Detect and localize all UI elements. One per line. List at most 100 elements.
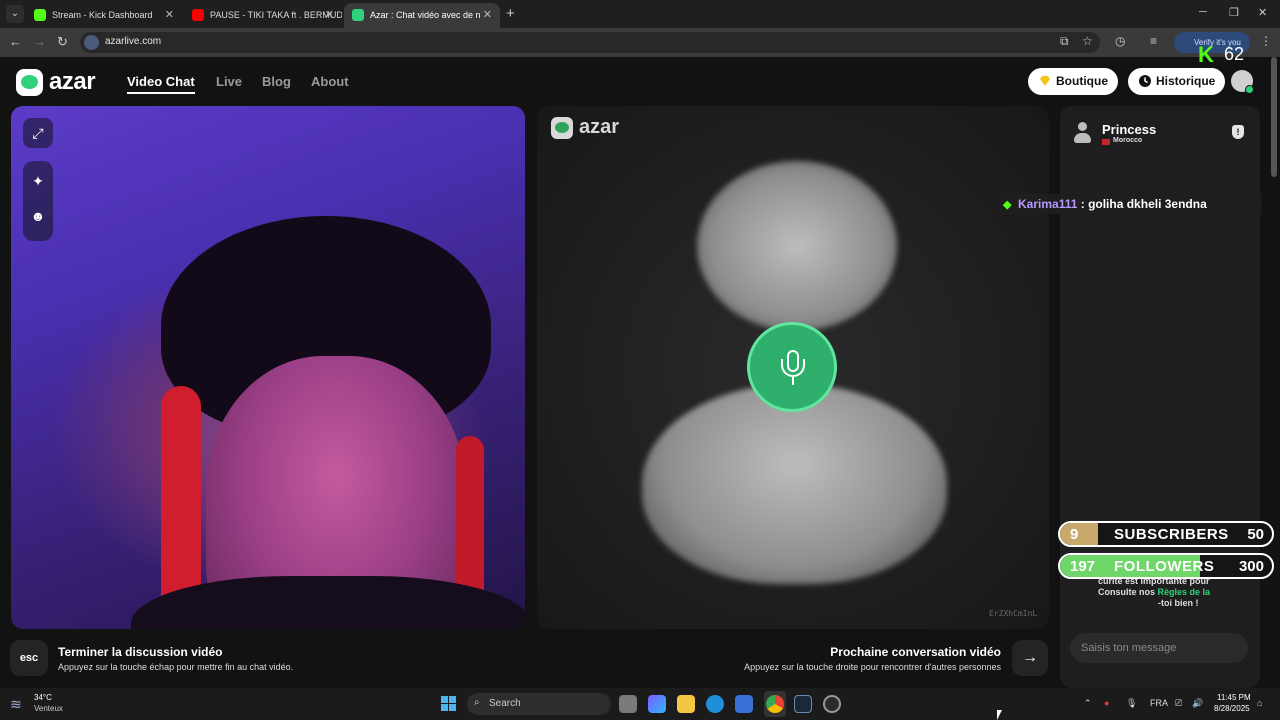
obs-icon[interactable]	[823, 695, 841, 713]
network-icon[interactable]: ⎚	[1175, 698, 1182, 709]
tab-search-button[interactable]: ⌄	[6, 5, 24, 23]
next-chat-hint: Appuyez sur la touche droite pour rencon…	[744, 662, 1001, 672]
placeholder-head	[697, 161, 897, 331]
tab-title: Azar : Chat vidéo avec de n	[370, 10, 481, 20]
copilot-icon[interactable]	[648, 695, 666, 713]
next-arrow-button[interactable]: →	[1012, 640, 1048, 676]
volume-icon[interactable]: 🔊	[1192, 698, 1203, 709]
safety-line: -toi bien !	[1158, 598, 1199, 608]
clock-date[interactable]: 8/28/2025	[1214, 704, 1250, 713]
partner-avatar-icon	[1073, 122, 1091, 144]
new-tab-button[interactable]: +	[506, 5, 515, 22]
browser-tab-strip: ⌄ Stream - Kick Dashboard ✕ PAUSE - TIKI…	[0, 0, 1280, 28]
weather-desc[interactable]: Venteux	[34, 704, 63, 713]
azar-logo-icon	[551, 117, 573, 139]
close-window-icon[interactable]: ✕	[1258, 6, 1267, 19]
taskbar-search[interactable]: ⌕ Search	[467, 693, 611, 715]
file-explorer-icon[interactable]	[677, 695, 695, 713]
azar-logo-icon	[16, 69, 43, 96]
nav-about[interactable]: About	[311, 74, 349, 89]
chat-username: Karima111	[1018, 197, 1078, 211]
partner-name: Princess	[1102, 122, 1157, 137]
effects-toolbar: ✦ ☻	[23, 161, 53, 241]
nav-video-chat[interactable]: Video Chat	[127, 74, 195, 94]
historique-button[interactable]: Historique	[1128, 68, 1226, 95]
center-logo-text: azar	[579, 116, 620, 138]
subscribers-goal-bar: 9 SUBSCRIBERS 50	[1058, 521, 1274, 547]
kick-diamond-icon: ◆	[1003, 199, 1012, 211]
gem-icon	[1040, 76, 1050, 86]
task-view-icon[interactable]	[619, 695, 637, 713]
install-app-icon[interactable]: ⧉	[1060, 34, 1069, 49]
store-icon[interactable]	[735, 695, 753, 713]
search-label: Search	[489, 698, 521, 709]
self-camera-video: ⤢ ✦ ☻	[11, 106, 525, 629]
minimize-icon[interactable]: ─	[1199, 6, 1207, 18]
nav-blog[interactable]: Blog	[262, 74, 291, 89]
subscribers-label: SUBSCRIBERS	[1114, 526, 1229, 543]
chat-separator: :	[1077, 197, 1089, 211]
windows-taskbar: ≋ 34°C Venteux ⌕ Search ⌃ ● 🎙 FRA ⎚ 🔊 11…	[0, 688, 1280, 720]
kick-logo-icon: K	[1198, 42, 1214, 67]
message-input[interactable]: Saisis ton message	[1070, 633, 1248, 663]
start-windows-icon[interactable]	[441, 696, 456, 711]
url-text: azarlive.com	[105, 36, 162, 47]
rules-link[interactable]: Règles de la	[1158, 587, 1211, 597]
tray-overflow-icon[interactable]: ⌃	[1084, 698, 1092, 709]
kick-favicon-icon	[34, 9, 46, 21]
tab-kick-dashboard[interactable]: Stream - Kick Dashboard ✕	[26, 3, 182, 28]
esc-key-button[interactable]: esc	[10, 640, 48, 676]
azar-favicon-icon	[352, 9, 364, 21]
face-filter-icon[interactable]: ☻	[23, 196, 53, 231]
mouse-cursor-icon	[997, 710, 1007, 720]
headphone-left	[161, 386, 201, 616]
notification-bell-icon[interactable]: ⌂	[1257, 698, 1262, 708]
microphone-stem	[792, 377, 794, 385]
steam-icon[interactable]	[794, 695, 812, 713]
close-tab-icon[interactable]: ✕	[165, 8, 174, 21]
media-controls-icon[interactable]: ≡	[1150, 34, 1157, 48]
subscribers-goal: 50	[1247, 526, 1264, 543]
next-chat-title: Prochaine conversation vidéo	[830, 645, 1001, 659]
followers-label: FOLLOWERS	[1114, 558, 1215, 575]
forward-icon[interactable]: →	[33, 34, 46, 49]
safety-notice: curité est importante pour Consulte nos …	[1098, 576, 1210, 609]
end-chat-hint: Appuyez sur la touche échap pour mettre …	[58, 662, 294, 672]
safety-text: Consulte nos	[1098, 587, 1158, 597]
url-bar[interactable]: azarlive.com	[80, 32, 1100, 53]
close-tab-icon[interactable]: ✕	[325, 8, 334, 21]
tray-mic-icon[interactable]: 🎙	[1126, 698, 1137, 709]
followers-goal: 300	[1238, 558, 1264, 575]
chat-text: goliha dkheli 3endna	[1088, 197, 1207, 211]
site-info-icon[interactable]	[84, 35, 99, 50]
bookmark-star-icon[interactable]: ☆	[1082, 34, 1093, 48]
tab-youtube[interactable]: PAUSE - TIKI TAKA ft . BERMUDA ✕	[184, 3, 342, 28]
microphone-button[interactable]	[747, 322, 837, 412]
expand-icon[interactable]: ⤢	[23, 118, 53, 148]
page-scrollbar[interactable]	[1271, 57, 1277, 177]
nav-live[interactable]: Live	[216, 74, 242, 89]
edge-icon[interactable]	[706, 695, 724, 713]
weather-wind-icon[interactable]: ≋	[10, 696, 22, 713]
weather-temp[interactable]: 34°C	[34, 693, 52, 702]
stream-chat-message: ◆ Karima111 : goliha dkheli 3endna	[1000, 194, 1262, 214]
followers-count: 197	[1070, 558, 1096, 575]
tray-record-icon[interactable]: ●	[1104, 698, 1109, 708]
maximize-icon[interactable]: ❐	[1229, 6, 1239, 19]
history-icon[interactable]: ◷	[1115, 34, 1125, 48]
reload-icon[interactable]: ↻	[57, 34, 68, 50]
boutique-label: Boutique	[1056, 74, 1108, 88]
tab-azar[interactable]: Azar : Chat vidéo avec de n ✕	[344, 3, 500, 28]
browser-menu-icon[interactable]: ⋮	[1260, 34, 1272, 48]
safety-line: Consulte nos Règles de la	[1098, 587, 1210, 598]
close-tab-icon[interactable]: ✕	[483, 8, 492, 21]
boutique-button[interactable]: Boutique	[1028, 68, 1118, 95]
report-shield-icon[interactable]: !	[1232, 125, 1244, 139]
sparkle-effects-icon[interactable]: ✦	[23, 161, 53, 196]
clock-time[interactable]: 11:45 PM	[1217, 693, 1251, 702]
input-language[interactable]: FRA	[1150, 698, 1168, 708]
chrome-icon[interactable]	[766, 695, 784, 713]
azar-page: azar Video Chat Live Blog About Boutique…	[0, 57, 1280, 688]
online-status-dot	[1245, 85, 1254, 94]
back-icon[interactable]: ←	[9, 34, 22, 49]
